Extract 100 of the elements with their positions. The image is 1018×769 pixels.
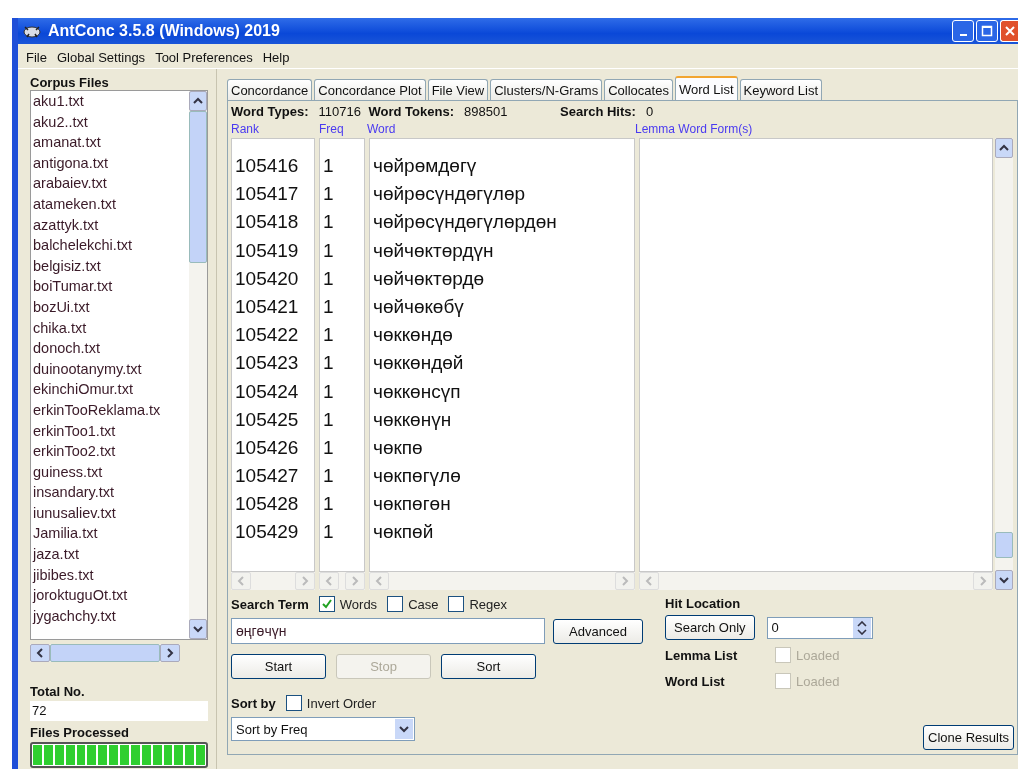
chevron-up-icon <box>193 97 203 105</box>
menu-item[interactable]: File <box>26 49 47 65</box>
corpus-file-name[interactable]: chika.txt <box>33 317 189 339</box>
checkbox-label: Loaded <box>796 673 840 689</box>
tab[interactable]: Concordance Plot <box>314 79 426 100</box>
scrollbar[interactable] <box>639 572 993 590</box>
hit-location-label: Hit Location <box>665 596 742 611</box>
corpus-file-name[interactable]: jibibes.txt <box>33 564 189 586</box>
corpus-file-name[interactable]: duinootanymy.txt <box>33 358 189 380</box>
word-cell-text: чөйчөкөбү <box>372 294 465 319</box>
column-header[interactable]: Freq <box>319 122 367 138</box>
menu-item[interactable]: Help <box>262 49 290 65</box>
advanced-button[interactable]: Advanced <box>553 618 643 644</box>
corpus-file-name[interactable]: boiTumar.txt <box>33 276 189 297</box>
word-cell-text: чөйрөмдөгү <box>372 154 478 178</box>
checkbox-label: Case <box>408 596 439 612</box>
maximize-button[interactable] <box>976 20 998 42</box>
checkbox[interactable] <box>285 695 302 711</box>
rank-cell-text: 105429 <box>234 520 300 545</box>
window-title: AntConc 3.5.8 (Windows) 2019 <box>48 22 281 40</box>
chevron-right-icon <box>166 648 174 658</box>
corpus-file-name[interactable]: insandary.txt <box>33 482 189 503</box>
corpus-file-name[interactable]: jygachchy.txt <box>33 605 189 627</box>
menu-item[interactable]: Global Settings <box>56 49 146 65</box>
search-only-button[interactable]: Search Only <box>665 615 755 640</box>
rank-cell-text: 105420 <box>234 266 300 291</box>
tab[interactable]: Keyword List <box>739 79 822 100</box>
corpus-file-name[interactable]: erkinTooReklama.tx <box>33 399 189 421</box>
sort-dropdown[interactable]: Sort by Freq <box>231 717 415 741</box>
scroll-thumb[interactable] <box>995 532 1013 558</box>
scrollbar[interactable] <box>369 572 635 590</box>
corpus-file-name[interactable]: belgisiz.txt <box>33 255 189 277</box>
scrollbar[interactable] <box>995 138 1013 590</box>
scrollbar[interactable] <box>189 91 207 639</box>
freq-cell-text: 1 <box>322 154 335 178</box>
list-label: Word List <box>665 673 726 689</box>
word-cell-text: чөкпөгөн <box>372 492 452 517</box>
freq-cell-text: 1 <box>322 520 335 545</box>
word-cell-text: чөкпөй <box>372 520 435 545</box>
column-header[interactable]: Lemma Word Form(s) <box>635 122 753 138</box>
maximize-icon <box>981 25 993 37</box>
action-button[interactable]: Sort <box>441 654 536 679</box>
corpus-file-name[interactable]: donoch.txt <box>33 338 189 359</box>
tab[interactable]: Word List <box>674 76 738 100</box>
list-label: Lemma List <box>665 647 739 663</box>
corpus-file-name[interactable]: aku2..txt <box>33 111 189 133</box>
corpus-file-name[interactable]: balchelekchi.txt <box>33 235 189 256</box>
tab[interactable]: File View <box>427 79 489 100</box>
close-button[interactable] <box>1000 20 1018 42</box>
freq-cell-text: 1 <box>322 435 335 460</box>
corpus-file-name[interactable]: amanat.txt <box>33 132 189 153</box>
tab[interactable]: Collocates <box>604 79 673 100</box>
scrollbar[interactable] <box>319 572 365 590</box>
sort-by-label: Sort by <box>231 695 276 711</box>
corpus-file-name[interactable]: arabaiev.txt <box>33 173 189 194</box>
checkbox[interactable] <box>448 596 465 612</box>
checkbox-label: Loaded <box>796 647 840 663</box>
checkbox-label: Invert Order <box>306 695 377 711</box>
action-button[interactable]: Start <box>231 654 326 679</box>
chevron-down-icon <box>999 576 1009 584</box>
stat-label: Word Types: <box>231 104 309 119</box>
corpus-file-name[interactable]: erkinToo1.txt <box>33 420 189 442</box>
corpus-files-label: Corpus Files <box>30 75 110 90</box>
menu-item[interactable]: Tool Preferences <box>155 49 253 65</box>
chevron-left-icon <box>645 576 653 586</box>
scroll-thumb[interactable] <box>50 644 160 662</box>
search-field[interactable]: өңгөчүн <box>231 618 545 644</box>
corpus-file-name[interactable]: ekinchiOmur.txt <box>33 379 189 400</box>
freq-cell-text: 1 <box>322 182 335 207</box>
corpus-file-name[interactable]: aku1.txt <box>33 91 189 112</box>
tab[interactable]: Clusters/N-Grams <box>490 79 603 100</box>
word-cell-text: чөккөндө <box>372 323 454 348</box>
corpus-file-name[interactable]: azattyk.txt <box>33 214 189 236</box>
stat-value: 0 <box>645 104 654 119</box>
corpus-file-name[interactable]: joroktuguOt.txt <box>33 585 189 606</box>
corpus-file-name[interactable]: jaza.txt <box>33 544 189 565</box>
corpus-file-name[interactable]: atameken.txt <box>33 193 189 215</box>
scrollbar[interactable] <box>231 572 315 590</box>
checkbox[interactable] <box>387 596 404 612</box>
hit-location-spinner[interactable]: 0 <box>766 616 873 639</box>
scrollbar[interactable] <box>30 644 180 662</box>
word-cell-text: чөккөнүн <box>372 407 453 432</box>
corpus-file-name[interactable]: iunusaliev.txt <box>33 502 189 524</box>
corpus-file-name[interactable]: Jamilia.txt <box>33 523 189 545</box>
column-header[interactable]: Word <box>367 122 635 138</box>
checkbox[interactable] <box>318 596 335 612</box>
close-icon <box>1003 25 1016 37</box>
corpus-file-name[interactable]: guiness.txt <box>33 461 189 483</box>
chevron-up-icon <box>999 144 1009 152</box>
rank-cell-text: 105418 <box>234 210 300 235</box>
scroll-thumb[interactable] <box>189 111 207 263</box>
corpus-file-name[interactable]: erkinToo2.txt <box>33 441 189 462</box>
stat-label: Search Hits: <box>560 104 636 119</box>
corpus-file-name[interactable]: antigona.txt <box>33 152 189 174</box>
corpus-file-name[interactable]: bozUi.txt <box>33 296 189 318</box>
minimize-button[interactable] <box>952 20 974 42</box>
column-header[interactable]: Rank <box>231 122 319 138</box>
freq-cell-text: 1 <box>322 351 335 376</box>
clone-results-button[interactable]: Clone Results <box>923 725 1014 750</box>
tab[interactable]: Concordance <box>227 79 313 100</box>
